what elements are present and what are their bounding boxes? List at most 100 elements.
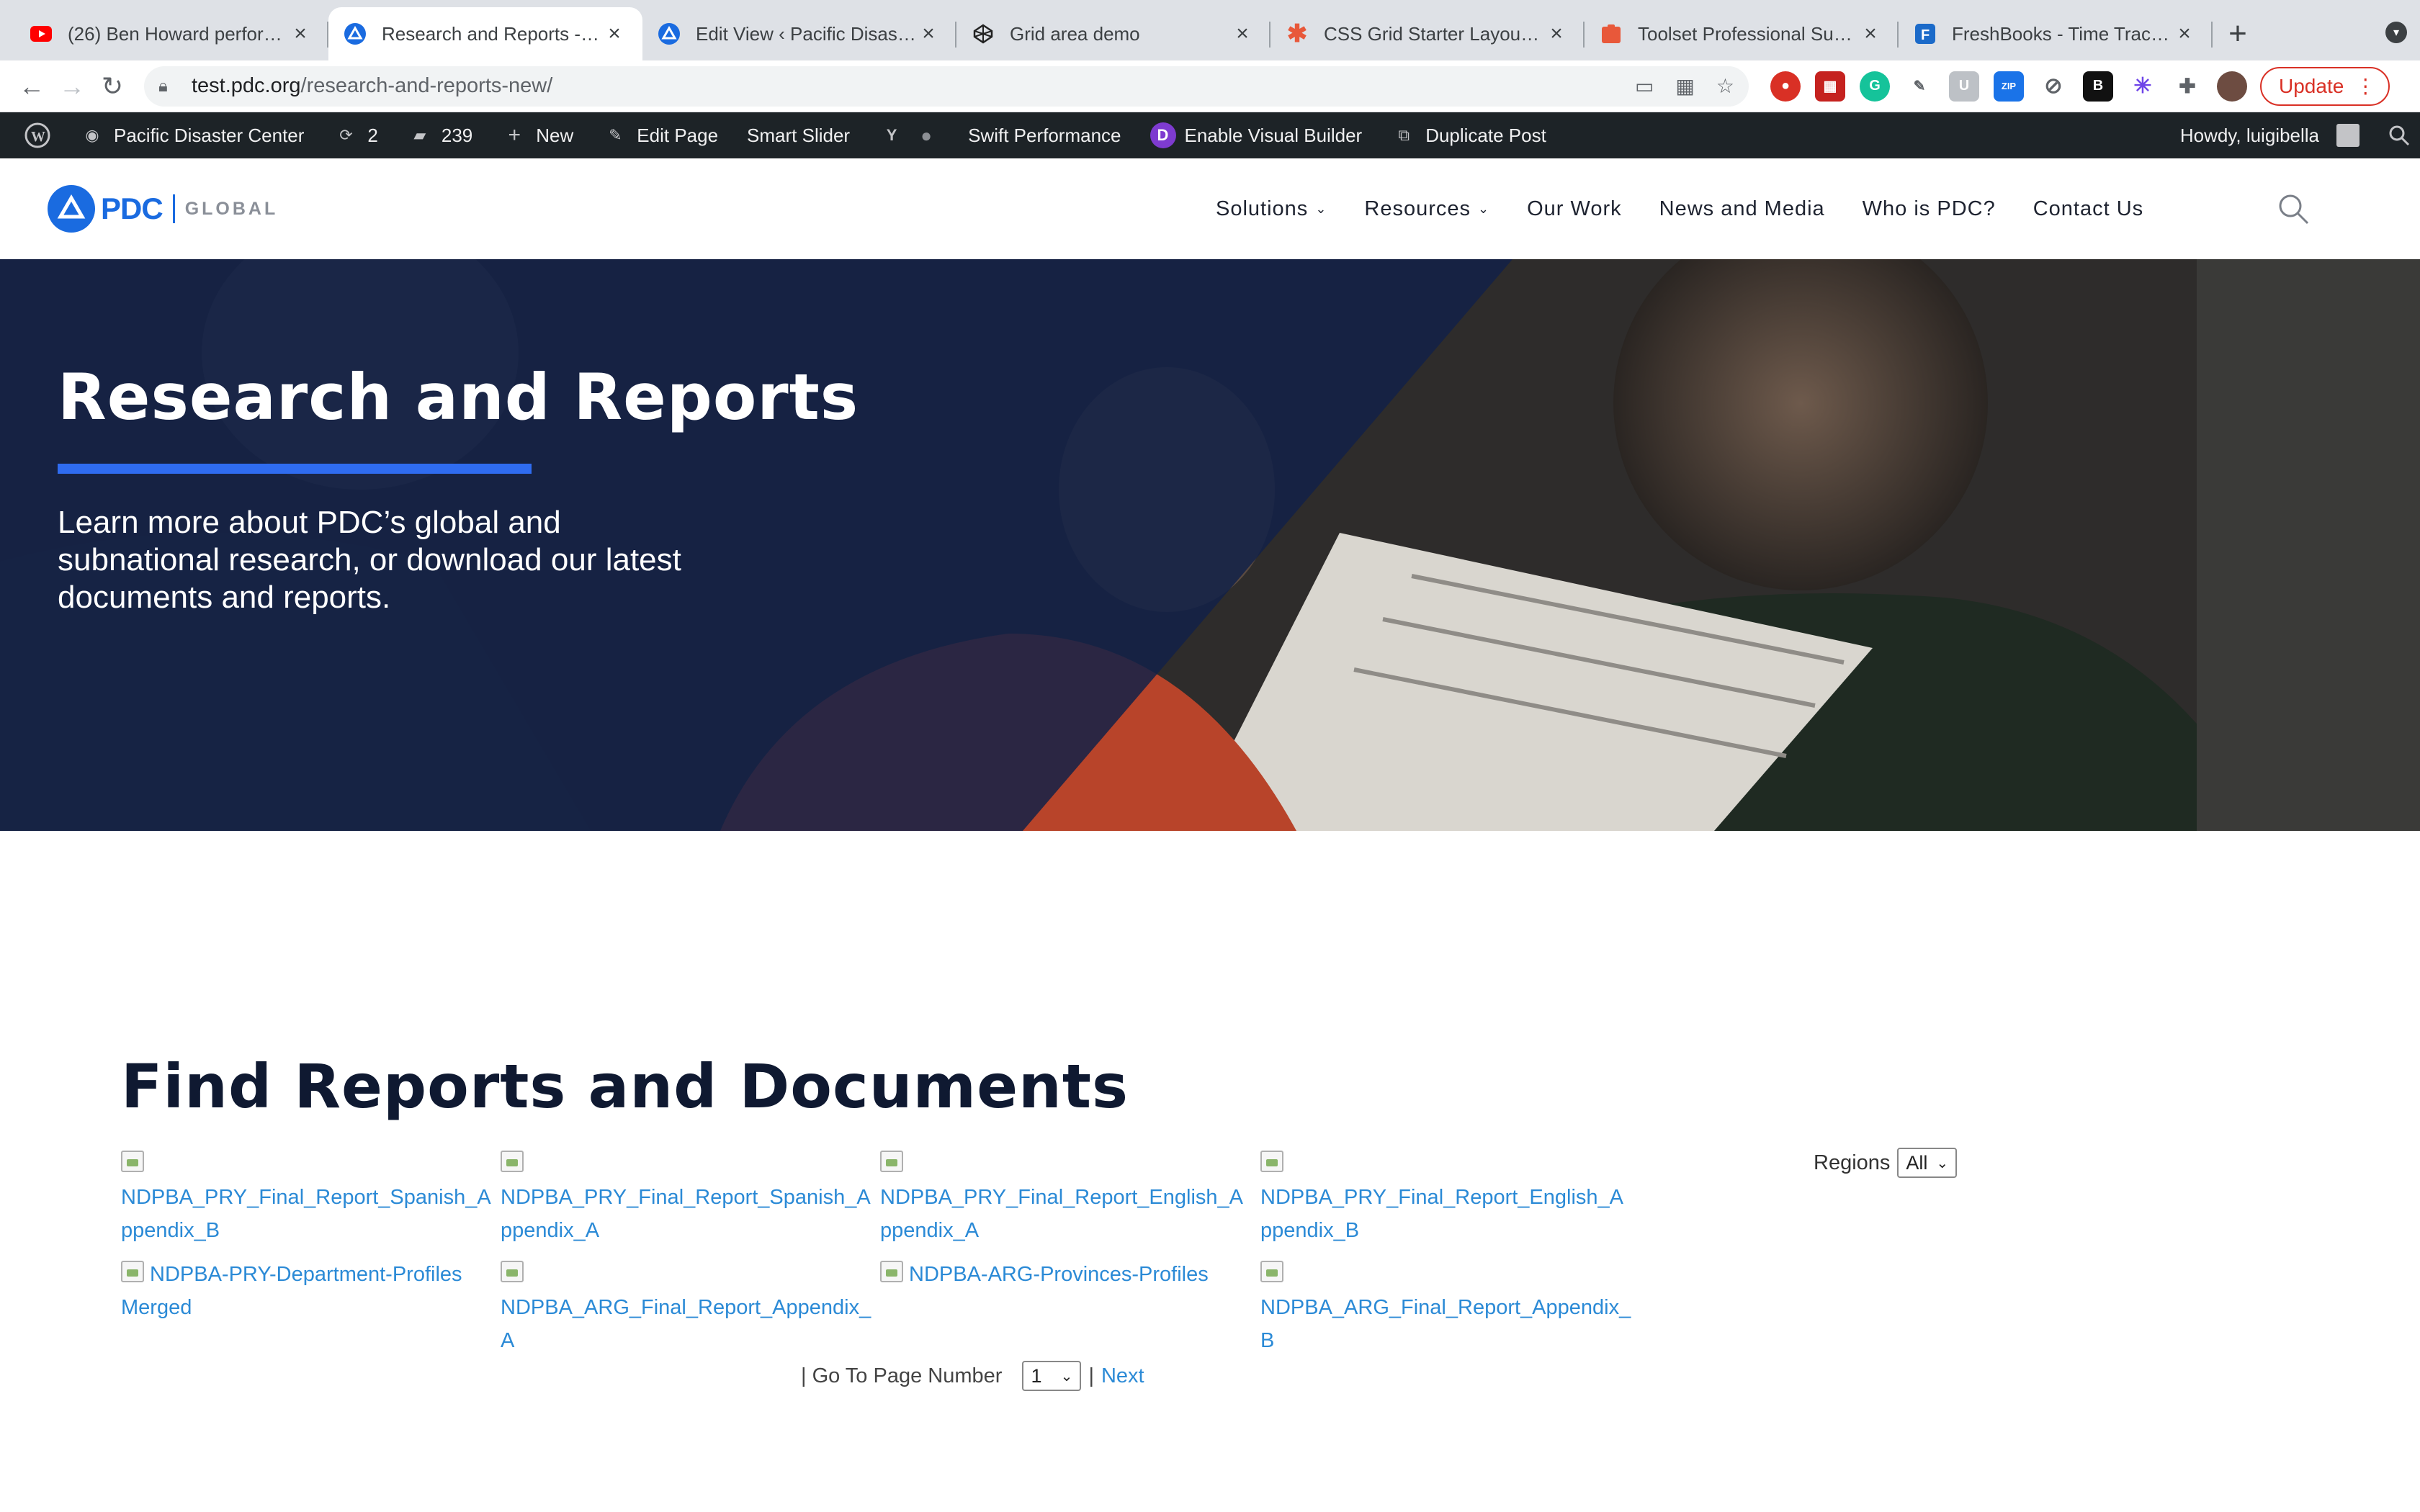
close-icon[interactable]: ×	[288, 22, 313, 46]
comment-icon: ▰	[413, 126, 426, 144]
bookmark-star-icon[interactable]: ☆	[1716, 74, 1734, 98]
page-number-select[interactable]: 1 ⌄	[1022, 1361, 1082, 1391]
grammarly-icon[interactable]: G	[1860, 71, 1890, 102]
document-link[interactable]: NDPBA-ARG-Provinces-Profiles	[880, 1258, 1255, 1291]
document-link[interactable]: NDPBA_PRY_Final_Report_Spanish_Appendix_…	[121, 1148, 496, 1247]
tab-search-icon[interactable]: ▾	[2385, 22, 2407, 43]
puzzle-icon[interactable]: ✚	[2172, 71, 2202, 102]
asterisk-icon: ✱	[1286, 20, 1308, 48]
close-icon[interactable]: ×	[916, 22, 941, 46]
tab-grid-demo[interactable]: Grid area demo ×	[956, 7, 1270, 60]
broken-image-icon	[880, 1261, 903, 1282]
profile-avatar[interactable]	[2217, 71, 2247, 102]
pdc-icon	[658, 23, 680, 45]
edit-page-menu[interactable]: ✎ Edit Page	[588, 122, 732, 148]
tab-toolset[interactable]: Toolset Professional Suppor ×	[1585, 7, 1899, 60]
tab-edit-view[interactable]: Edit View ‹ Pacific Disaster ×	[642, 7, 956, 60]
chevron-down-icon: ⌄	[1936, 1155, 1949, 1171]
update-label: Update	[2279, 74, 2344, 97]
eyedropper-icon[interactable]: ✎	[1904, 71, 1935, 102]
document-link[interactable]: NDPBA_ARG_Final_Report_Appendix_B	[1260, 1258, 1635, 1357]
tab-research-reports[interactable]: Research and Reports - Pacific ×	[328, 7, 642, 60]
duplicate-icon: ⧉	[1398, 126, 1410, 144]
site-name-menu[interactable]: ◉ Pacific Disaster Center	[65, 122, 318, 148]
new-content-menu[interactable]: + New	[487, 122, 588, 148]
broken-image-icon	[121, 1151, 144, 1172]
logo-text: PDC	[101, 192, 163, 225]
qr-icon[interactable]: ▦	[1675, 74, 1694, 98]
ext-gray-icon[interactable]: U	[1949, 71, 1979, 102]
document-link[interactable]: NDPBA_ARG_Final_Report_Appendix_A	[501, 1258, 875, 1357]
nav-solutions[interactable]: Solutions ⌄	[1216, 197, 1327, 221]
document-link[interactable]: NDPBA_PRY_Final_Report_Spanish_Appendix_…	[501, 1148, 875, 1247]
site-header: PDC GLOBAL Solutions ⌄ Resources ⌄ Our W…	[0, 158, 2420, 259]
chevron-down-icon: ⌄	[1315, 201, 1327, 216]
lock-icon[interactable]: 🔒︎	[158, 76, 177, 96]
close-icon[interactable]: ×	[1544, 22, 1569, 46]
comments-menu[interactable]: ▰ 239	[393, 122, 487, 148]
swift-performance-menu[interactable]: Swift Performance	[954, 125, 1135, 147]
page-number-value: 1	[1031, 1364, 1042, 1387]
block-icon[interactable]: ⊘	[2038, 71, 2069, 102]
zip-icon[interactable]: ZIP	[1994, 71, 2024, 102]
broken-image-icon	[501, 1151, 524, 1172]
nav-label: Resources	[1364, 197, 1471, 220]
address-bar[interactable]: 🔒︎ test.pdc.org/research-and-reports-new…	[144, 66, 1749, 107]
document-link[interactable]: NDPBA-PRY-Department-Profiles Merged	[121, 1258, 481, 1324]
logo-subtext: GLOBAL	[184, 198, 279, 219]
broken-image-icon	[1260, 1261, 1283, 1282]
hero-lede: Learn more about PDC’s global and subnat…	[58, 505, 681, 615]
update-button[interactable]: Update ⋮	[2260, 66, 2390, 106]
kebab-menu-icon: ⋮	[2355, 75, 2376, 97]
site-logo[interactable]: PDC GLOBAL	[48, 185, 278, 233]
new-tab-button[interactable]: +	[2213, 7, 2263, 60]
my-account-menu[interactable]: Howdy, luigibella	[2166, 124, 2374, 147]
tab-css-grid[interactable]: ✱ CSS Grid Starter Layouts | C ×	[1270, 7, 1585, 60]
adblock-icon[interactable]: ●	[1770, 71, 1801, 102]
yoast-menu[interactable]: Y ●	[864, 122, 954, 148]
nav-label: Who is PDC?	[1862, 197, 1996, 220]
close-icon[interactable]: ×	[1858, 22, 1883, 46]
nav-who-is-pdc[interactable]: Who is PDC?	[1863, 197, 1996, 221]
nav-news-media[interactable]: News and Media	[1659, 197, 1825, 221]
document-title: NDPBA-PRY-Department-Profiles Merged	[121, 1263, 462, 1319]
tab-freshbooks[interactable]: F FreshBooks - Time Tracking ×	[1899, 7, 2213, 60]
swift-label: Swift Performance	[968, 124, 1121, 146]
cast-icon[interactable]: ▭	[1635, 74, 1654, 98]
reload-icon[interactable]: ↻	[92, 66, 133, 107]
admin-search-icon[interactable]	[2374, 125, 2410, 146]
document-link[interactable]: NDPBA_PRY_Final_Report_English_Appendix_…	[1260, 1148, 1635, 1247]
youtube-icon	[30, 23, 52, 45]
close-icon[interactable]: ×	[602, 22, 627, 46]
sparkle-icon[interactable]: ✳	[2128, 71, 2158, 102]
close-icon[interactable]: ×	[2172, 22, 2197, 46]
updates-menu[interactable]: ⟳ 2	[318, 122, 392, 148]
tab-youtube[interactable]: (26) Ben Howard performing ×	[14, 7, 328, 60]
calendar-ext-icon[interactable]: ▦	[1815, 71, 1845, 102]
url-host: test.pdc.org	[192, 74, 301, 97]
visual-builder-menu[interactable]: D Enable Visual Builder	[1136, 122, 1377, 148]
broken-image-icon	[501, 1261, 524, 1282]
regions-filter: Regions All ⌄	[1814, 1148, 1958, 1178]
back-icon[interactable]: ←	[12, 66, 52, 107]
svg-text:F: F	[1921, 27, 1930, 43]
close-icon[interactable]: ×	[1230, 22, 1255, 46]
nav-resources[interactable]: Resources ⌄	[1364, 197, 1489, 221]
document-link[interactable]: NDPBA_PRY_Final_Report_English_Appendix_…	[880, 1148, 1255, 1247]
next-page-link[interactable]: Next	[1101, 1364, 1144, 1388]
site-search-icon[interactable]	[2276, 192, 2311, 226]
nav-our-work[interactable]: Our Work	[1527, 197, 1622, 221]
wp-logo-menu[interactable]: W	[10, 122, 65, 148]
forward-icon[interactable]: →	[52, 66, 92, 107]
new-label: New	[536, 124, 574, 146]
tab-title: CSS Grid Starter Layouts | C	[1324, 22, 1544, 45]
pencil-icon: ✎	[609, 126, 622, 144]
duplicate-post-menu[interactable]: ⧉ Duplicate Post	[1376, 122, 1561, 148]
bold-b-icon[interactable]: B	[2083, 71, 2113, 102]
tab-strip: (26) Ben Howard performing × Research an…	[0, 0, 2420, 60]
nav-contact-us[interactable]: Contact Us	[2033, 197, 2143, 221]
regions-select[interactable]: All ⌄	[1897, 1148, 1958, 1178]
browser-toolbar: ← → ↻ 🔒︎ test.pdc.org/research-and-repor…	[0, 60, 2420, 112]
smart-slider-menu[interactable]: Smart Slider	[732, 125, 864, 147]
pagination: | Go To Page Number 1 ⌄ | Next	[801, 1361, 1144, 1391]
